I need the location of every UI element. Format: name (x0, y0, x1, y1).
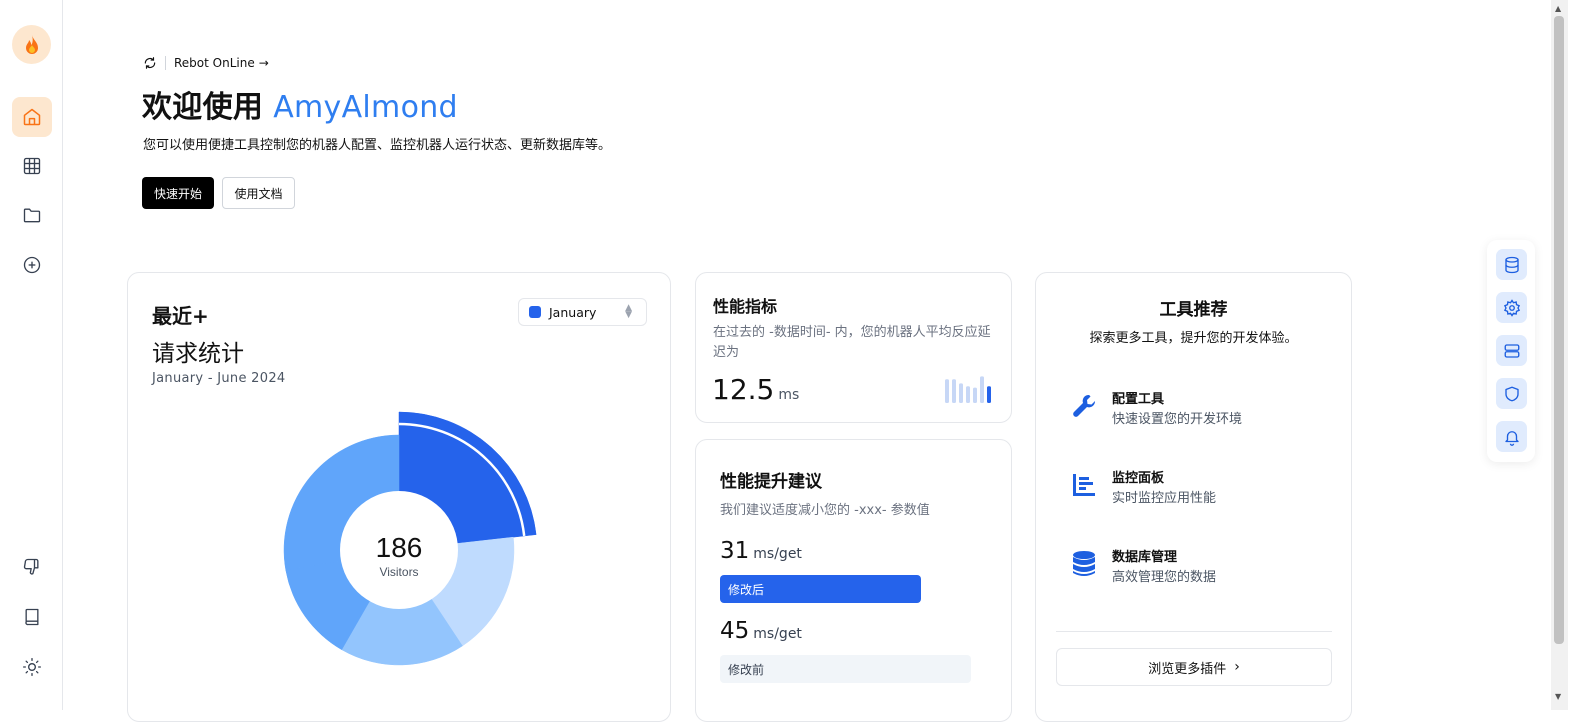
perf-description: 在过去的 -数据时间- 内，您的机器人平均反应延迟为 (713, 325, 991, 360)
sidebar-item-docs[interactable] (12, 597, 52, 637)
page-scrollbar[interactable]: ▲ ▼ (1551, 0, 1568, 710)
float-database-button[interactable] (1496, 249, 1527, 280)
after-unit: ms/get (753, 546, 802, 562)
tool-desc: 快速设置您的开发环境 (1112, 412, 1243, 427)
floating-toolbar (1487, 240, 1535, 462)
server-icon (1504, 343, 1519, 358)
suggestion-title: 性能提升建议 (720, 472, 822, 492)
perf-unit: ms (778, 387, 800, 403)
sidebar-item-folder[interactable] (12, 195, 52, 235)
app-logo[interactable] (12, 25, 51, 64)
title-prefix: 欢迎使用 (142, 90, 264, 125)
database-icon (1073, 551, 1095, 576)
tool-item-database[interactable]: 数据库管理 高效管理您的数据 (1070, 546, 1330, 586)
browse-plugins-button[interactable]: 浏览更多插件 › (1056, 648, 1332, 686)
online-status[interactable]: Rebot OnLine → (143, 55, 269, 71)
latency-sparkline (945, 376, 991, 403)
sidebar-item-grid[interactable] (12, 146, 52, 186)
donut-center-value: 186 (376, 532, 423, 563)
sidebar (0, 0, 63, 710)
tool-name: 配置工具 (1112, 392, 1165, 407)
sidebar-item-add[interactable] (12, 245, 52, 285)
docs-button[interactable]: 使用文档 (222, 177, 295, 209)
perf-value: 12.5 ms (712, 373, 799, 406)
sidebar-item-feedback[interactable] (12, 547, 52, 587)
donut-center-label: Visitors (379, 565, 418, 579)
plus-circle-icon (23, 256, 41, 274)
spark-bar (959, 383, 963, 403)
donut-chart: 186 Visitors (283, 411, 537, 666)
tool-desc: 实时监控应用性能 (1112, 491, 1217, 506)
browse-label: 浏览更多插件 (1148, 661, 1227, 677)
spark-bar (987, 386, 991, 403)
book-icon (25, 608, 39, 626)
scroll-thumb[interactable] (1554, 16, 1564, 644)
home-icon (23, 108, 41, 126)
database-icon (1504, 256, 1519, 273)
quick-start-button[interactable]: 快速开始 (142, 177, 214, 209)
tool-name: 监控面板 (1112, 471, 1165, 486)
scroll-down-arrow[interactable]: ▼ (1555, 692, 1561, 701)
tools-subtitle: 探索更多工具，提升您的开发体验。 (1089, 331, 1298, 346)
chevron-right-icon: › (1234, 659, 1240, 675)
tool-name: 数据库管理 (1112, 550, 1178, 565)
sun-icon (23, 658, 41, 676)
spark-bar (945, 379, 949, 403)
after-metric: 31 ms/get (720, 538, 802, 564)
before-value: 45 (720, 618, 750, 644)
user-name: AmyAlmond (273, 90, 458, 125)
float-settings-button[interactable] (1496, 292, 1527, 323)
tool-item-monitor[interactable]: 监控面板 实时监控应用性能 (1070, 467, 1330, 507)
wrench-icon (1073, 394, 1096, 417)
grid-icon (23, 157, 41, 175)
settings-icon (1503, 298, 1520, 317)
before-bar: 修改前 (720, 655, 971, 683)
suggestion-description: 我们建议适度减小您的 -xxx- 参数值 (720, 503, 930, 518)
refresh-icon (144, 57, 156, 69)
tool-desc: 高效管理您的数据 (1112, 570, 1217, 585)
flame-icon (25, 34, 38, 54)
scroll-up-arrow[interactable]: ▲ (1555, 4, 1561, 13)
tools-divider (1056, 631, 1332, 632)
performance-card: 性能指标 在过去的 -数据时间- 内，您的机器人平均反应延迟为 12.5 ms (695, 272, 1012, 423)
perf-number: 12.5 (712, 373, 775, 406)
float-notifications-button[interactable] (1496, 421, 1527, 452)
sidebar-item-theme[interactable] (12, 647, 52, 687)
suggestion-card: 性能提升建议 我们建议适度减小您的 -xxx- 参数值 31 ms/get 修改后… (695, 439, 1012, 722)
float-server-button[interactable] (1496, 335, 1527, 366)
tool-item-config[interactable]: 配置工具 快速设置您的开发环境 (1070, 388, 1330, 428)
thumbs-down-icon (23, 558, 39, 575)
shield-icon (1504, 386, 1519, 401)
tools-title: 工具推荐 (1159, 300, 1228, 320)
after-bar: 修改后 (720, 575, 921, 603)
arrow-right-icon: → (258, 56, 269, 70)
page-title: 欢迎使用 AmyAlmond (142, 82, 458, 126)
spark-bar (980, 376, 984, 403)
after-value: 31 (720, 538, 750, 564)
bell-icon (1504, 430, 1519, 446)
folder-icon (23, 208, 41, 223)
chart-icon (1073, 474, 1095, 496)
before-unit: ms/get (753, 626, 802, 642)
page-description: 您可以使用便捷工具控制您的机器人配置、监控机器人运行状态、更新数据库等。 (143, 138, 612, 153)
before-metric: 45 ms/get (720, 618, 802, 644)
float-security-button[interactable] (1496, 378, 1527, 409)
spark-bar (973, 387, 977, 403)
status-label: Rebot OnLine (174, 56, 255, 70)
spark-bar (952, 379, 956, 403)
spark-bar (966, 386, 970, 403)
request-stats-card: 最近+ 请求统计 January - June 2024 January ▲ ▼ … (127, 272, 671, 722)
tools-card: 工具推荐 探索更多工具，提升您的开发体验。 配置工具 快速设置您的开发环境 监控… (1035, 272, 1352, 722)
perf-title: 性能指标 (713, 297, 778, 316)
sidebar-item-home[interactable] (12, 97, 52, 137)
status-separator (165, 56, 166, 70)
